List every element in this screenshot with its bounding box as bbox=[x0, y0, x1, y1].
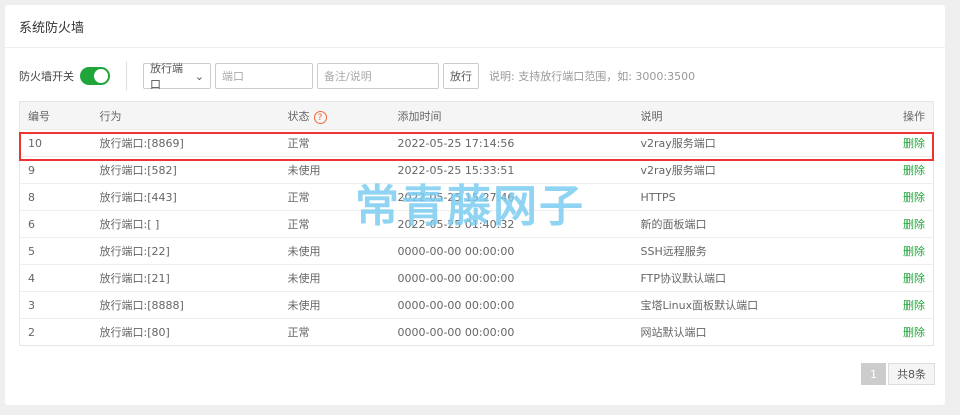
col-time: 添加时间 bbox=[389, 101, 633, 130]
rule-action: 放行端口:[443] bbox=[91, 183, 280, 211]
firewall-toggle[interactable] bbox=[80, 67, 110, 85]
table-row: 3 放行端口:[8888] 未使用 0000-00-00 00:00:00 宝塔Linu… bbox=[19, 291, 934, 319]
chevron-down-icon: ⌄ bbox=[194, 69, 204, 83]
toolbar: 防火墙开关 放行端口 ⌄ 端口 备注/说明 放行 说明: 支持放行端口范围，如: … bbox=[19, 62, 696, 91]
rule-action: 放行端口:[21] bbox=[91, 264, 280, 292]
delete-link[interactable]: 删除 bbox=[862, 237, 934, 265]
rule-id: 3 bbox=[19, 291, 92, 319]
rule-time: 0000-00-00 00:00:00 bbox=[389, 237, 633, 265]
rule-id: 9 bbox=[19, 156, 92, 184]
rule-action: 放行端口:[8888] bbox=[91, 291, 280, 319]
delete-link[interactable]: 删除 bbox=[862, 264, 934, 292]
switch-label: 防火墙开关 bbox=[19, 70, 74, 83]
hint-text: 说明: 支持放行端口范围，如: 3000:3500 bbox=[489, 70, 696, 83]
table-row: 6 放行端口:[ ] 正常 2022-05-25 01:40:32 新的面板端口 删除 bbox=[19, 210, 934, 238]
table-row: 8 放行端口:[443] 正常 2022-05-25 15:27:46 HTTPS 删除 bbox=[19, 183, 934, 211]
rule-time: 2022-05-25 15:27:46 bbox=[389, 183, 633, 211]
port-input[interactable]: 端口 bbox=[215, 63, 313, 89]
note-input[interactable]: 备注/说明 bbox=[317, 63, 439, 89]
rule-id: 6 bbox=[19, 210, 92, 238]
rule-time: 2022-05-25 15:33:51 bbox=[389, 156, 633, 184]
rule-id: 10 bbox=[19, 129, 92, 157]
col-op: 操作 bbox=[862, 101, 934, 130]
pagination: 1 共8条 bbox=[859, 363, 935, 385]
total-count: 共8条 bbox=[888, 363, 935, 385]
table-row: 10 放行端口:[8869] 正常 2022-05-25 17:14:56 v2ray服… bbox=[19, 129, 934, 157]
rule-id: 4 bbox=[19, 264, 92, 292]
rule-note: SSH远程服务 bbox=[632, 237, 863, 265]
col-id: 编号 bbox=[19, 101, 92, 130]
rule-action: 放行端口:[ ] bbox=[91, 210, 280, 238]
rule-time: 0000-00-00 00:00:00 bbox=[389, 291, 633, 319]
firewall-panel: 系统防火墙 防火墙开关 放行端口 ⌄ 端口 备注/说明 放行 说明: 支持放行端口… bbox=[5, 5, 945, 405]
rule-action: 放行端口:[582] bbox=[91, 156, 280, 184]
port-placeholder: 端口 bbox=[222, 70, 244, 83]
delete-link[interactable]: 删除 bbox=[862, 210, 934, 238]
rule-note: v2ray服务端口 bbox=[632, 156, 863, 184]
note-placeholder: 备注/说明 bbox=[324, 70, 372, 83]
rule-time: 2022-05-25 01:40:32 bbox=[389, 210, 633, 238]
table-row: 4 放行端口:[21] 未使用 0000-00-00 00:00:00 FTP协议默认端… bbox=[19, 264, 934, 292]
col-note: 说明 bbox=[632, 101, 863, 130]
rule-status: 未使用 bbox=[279, 156, 390, 184]
rule-note: FTP协议默认端口 bbox=[632, 264, 863, 292]
rule-id: 2 bbox=[19, 318, 92, 346]
rule-note: v2ray服务端口 bbox=[632, 129, 863, 157]
table-row: 2 放行端口:[80] 正常 0000-00-00 00:00:00 网站默认端口 删除 bbox=[19, 318, 934, 346]
rule-note: 网站默认端口 bbox=[632, 318, 863, 346]
rule-note: 新的面板端口 bbox=[632, 210, 863, 238]
help-icon[interactable]: ? bbox=[313, 110, 327, 124]
delete-link[interactable]: 删除 bbox=[862, 156, 934, 184]
col-action: 行为 bbox=[91, 101, 280, 130]
action-select[interactable]: 放行端口 ⌄ bbox=[143, 62, 211, 91]
status-label: 状态 bbox=[287, 109, 310, 123]
rule-time: 0000-00-00 00:00:00 bbox=[389, 318, 633, 346]
rule-id: 8 bbox=[19, 183, 92, 211]
page-title: 系统防火墙 bbox=[5, 5, 945, 48]
select-value: 放行端口 bbox=[150, 62, 183, 91]
rule-status: 正常 bbox=[279, 129, 390, 157]
allow-button[interactable]: 放行 bbox=[443, 63, 479, 89]
rule-status: 未使用 bbox=[279, 264, 390, 292]
rule-status: 未使用 bbox=[279, 237, 390, 265]
rule-note: HTTPS bbox=[632, 183, 863, 211]
rule-status: 正常 bbox=[279, 210, 390, 238]
divider bbox=[126, 62, 127, 90]
rules-table: 编号 行为 状态? 添加时间 说明 操作 10 放行端口:[8869] 正常 2022… bbox=[19, 101, 934, 346]
rule-time: 2022-05-25 17:14:56 bbox=[389, 129, 633, 157]
delete-link[interactable]: 删除 bbox=[862, 183, 934, 211]
page-1[interactable]: 1 bbox=[861, 363, 886, 385]
delete-link[interactable]: 删除 bbox=[862, 129, 934, 157]
rule-status: 正常 bbox=[279, 183, 390, 211]
delete-link[interactable]: 删除 bbox=[862, 318, 934, 346]
rule-action: 放行端口:[8869] bbox=[91, 129, 280, 157]
delete-link[interactable]: 删除 bbox=[862, 291, 934, 319]
rule-status: 未使用 bbox=[279, 291, 390, 319]
table-row: 5 放行端口:[22] 未使用 0000-00-00 00:00:00 SSH远程服务删… bbox=[19, 237, 934, 265]
rule-status: 正常 bbox=[279, 318, 390, 346]
rule-time: 0000-00-00 00:00:00 bbox=[389, 264, 633, 292]
rule-id: 5 bbox=[19, 237, 92, 265]
rule-note: 宝塔Linux面板默认端口 bbox=[632, 291, 863, 319]
rule-action: 放行端口:[22] bbox=[91, 237, 280, 265]
rule-action: 放行端口:[80] bbox=[91, 318, 280, 346]
table-row: 9 放行端口:[582] 未使用 2022-05-25 15:33:51 v2ray服务… bbox=[19, 156, 934, 184]
col-status: 状态? bbox=[279, 101, 390, 130]
